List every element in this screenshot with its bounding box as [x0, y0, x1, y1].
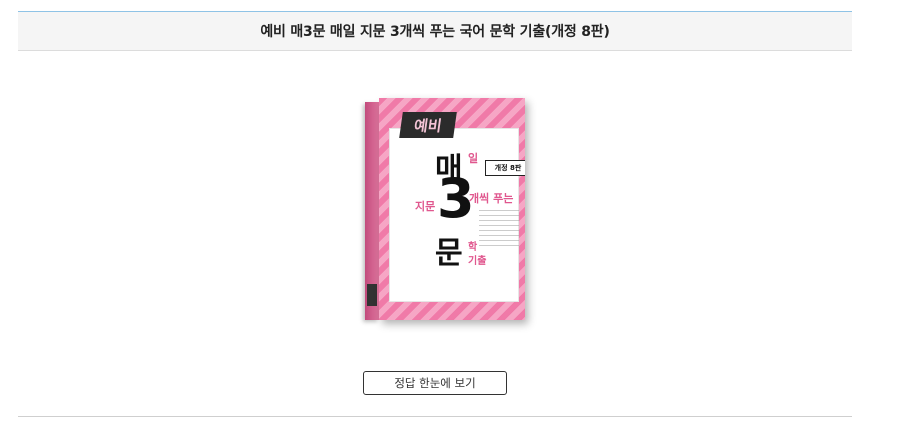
- page-header: 예비 매3문 매일 지문 3개씩 푸는 국어 문학 기출(개정 8판): [18, 11, 852, 51]
- cover-char-3: 문: [435, 236, 463, 271]
- cover-text-lines: [479, 210, 519, 250]
- cover-char-3-small-2: 기출: [468, 256, 487, 267]
- cover-char-3-small-1: 학: [468, 242, 478, 253]
- book-cover-image: 예비 매 일 개정 8판 지문 3 개씩 푸는 문 학 기출: [365, 98, 525, 320]
- bottom-divider: [18, 416, 852, 417]
- cover-jimun: 지문: [415, 200, 436, 213]
- book-spine: [365, 102, 379, 320]
- cover-char-1-small: 일: [468, 152, 479, 165]
- cover-edition-label: 개정 8판: [485, 160, 525, 176]
- cover-badge: 예비: [399, 112, 457, 138]
- cover-gaessik: 개씩 푸는: [469, 192, 514, 205]
- show-answers-button[interactable]: 정답 한눈에 보기: [363, 371, 507, 395]
- book-title: 예비 매3문 매일 지문 3개씩 푸는 국어 문학 기출(개정 8판): [260, 24, 610, 40]
- book-front-cover: 예비 매 일 개정 8판 지문 3 개씩 푸는 문 학 기출: [379, 98, 525, 320]
- spine-logo: [367, 284, 377, 306]
